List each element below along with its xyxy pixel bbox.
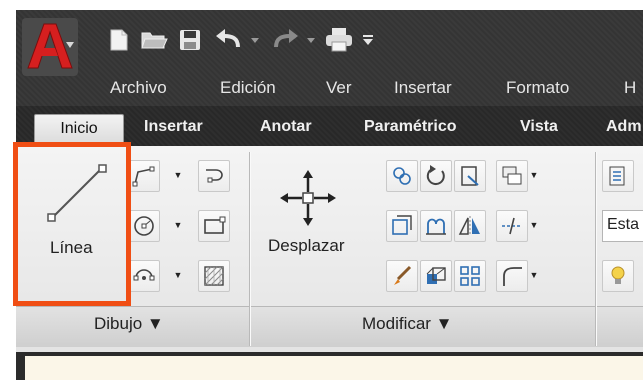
menu-archivo[interactable]: Archivo (110, 78, 167, 98)
polyline-dropdown-icon[interactable]: ▼ (172, 160, 184, 190)
fillet-line-icon (502, 217, 522, 235)
print-icon[interactable] (322, 26, 356, 54)
application-menu-button[interactable] (22, 18, 78, 76)
rect-offset-icon (392, 215, 412, 235)
fillet-button[interactable] (496, 210, 528, 242)
mirror-icon (458, 216, 480, 236)
chamfer-button[interactable] (496, 260, 528, 292)
panel-modificar-label[interactable]: Modificar ▼ (362, 314, 453, 334)
customize-toolbar-icon[interactable] (360, 26, 376, 54)
undo-icon[interactable] (212, 26, 246, 54)
tab-anotar[interactable]: Anotar (260, 118, 312, 136)
brush-icon (394, 265, 412, 285)
chamfer-dropdown-icon[interactable]: ▼ (528, 260, 540, 290)
open-folder-icon[interactable] (138, 26, 170, 54)
stretch-button[interactable] (420, 210, 452, 242)
arc-dropdown-icon[interactable]: ▼ (172, 260, 184, 290)
tab-parametrico[interactable]: Paramétrico (364, 118, 457, 136)
move-label: Desplazar (268, 236, 345, 255)
redo-dropdown-icon[interactable] (304, 26, 318, 54)
scale-button[interactable] (420, 260, 452, 292)
polyline-icon (132, 166, 155, 187)
menu-insertar[interactable]: Insertar (394, 78, 452, 98)
menu-formato[interactable]: Formato (506, 78, 569, 98)
tab-inicio-label: Inicio (60, 120, 98, 137)
rectangle-icon (204, 216, 226, 234)
panel-separator (249, 152, 250, 346)
spline-icon (206, 169, 223, 183)
hatch-icon (204, 266, 224, 286)
panel-separator (595, 152, 596, 346)
trim-button[interactable] (454, 160, 486, 192)
scale-icon (426, 267, 446, 284)
hatch-button[interactable] (198, 260, 230, 292)
layer-properties-icon (609, 166, 625, 186)
rotate-icon (426, 165, 445, 186)
erase-array-button[interactable] (496, 160, 528, 192)
tab-vista[interactable]: Vista (520, 118, 558, 136)
save-icon[interactable] (174, 26, 206, 54)
explode-button[interactable] (386, 260, 418, 292)
trim-icon (461, 166, 479, 186)
undo-dropdown-icon[interactable] (248, 26, 262, 54)
polyline-button[interactable] (128, 160, 160, 192)
circle-icon (134, 216, 154, 236)
menu-help[interactable]: H (624, 78, 636, 98)
circle-dropdown-icon[interactable]: ▼ (172, 210, 184, 240)
chamfer-icon (503, 267, 522, 286)
move-button[interactable] (280, 170, 336, 230)
rectangle-button[interactable] (198, 210, 230, 242)
fillet-dropdown-icon[interactable]: ▼ (528, 210, 540, 240)
redo-icon[interactable] (268, 26, 302, 54)
highlight-box (13, 142, 131, 306)
tab-insertar[interactable]: Insertar (144, 118, 203, 136)
stack-icon (502, 166, 522, 185)
stretch-icon (426, 218, 446, 235)
layer-state-select[interactable]: Esta (602, 210, 643, 242)
circle-button[interactable] (128, 210, 160, 242)
rotate-button[interactable] (420, 160, 452, 192)
spline-button[interactable] (198, 160, 230, 192)
copy-button[interactable] (386, 160, 418, 192)
move-icon (280, 170, 336, 226)
tab-administrar[interactable]: Adm (606, 118, 642, 136)
new-file-icon[interactable] (104, 26, 134, 54)
drawing-area-edge (25, 356, 643, 380)
copy-icon (393, 167, 411, 185)
arc-icon (133, 269, 155, 281)
layer-state-value: Esta (607, 216, 640, 233)
layer-on-button[interactable] (602, 260, 634, 292)
arc-button[interactable] (128, 260, 160, 292)
grid-array-icon (460, 266, 480, 286)
panel-dibujo-label[interactable]: Dibujo ▼ (94, 314, 164, 334)
mirror-button[interactable] (454, 210, 486, 242)
menu-ver[interactable]: Ver (326, 78, 352, 98)
erase-array-dropdown-icon[interactable]: ▼ (528, 160, 540, 190)
mirror-rect-button[interactable] (386, 210, 418, 242)
tab-inicio[interactable]: Inicio (34, 114, 124, 143)
layer-properties-button[interactable] (602, 160, 634, 192)
menu-edicion[interactable]: Edición (220, 78, 276, 98)
lightbulb-icon (611, 266, 625, 284)
array-button[interactable] (454, 260, 486, 292)
